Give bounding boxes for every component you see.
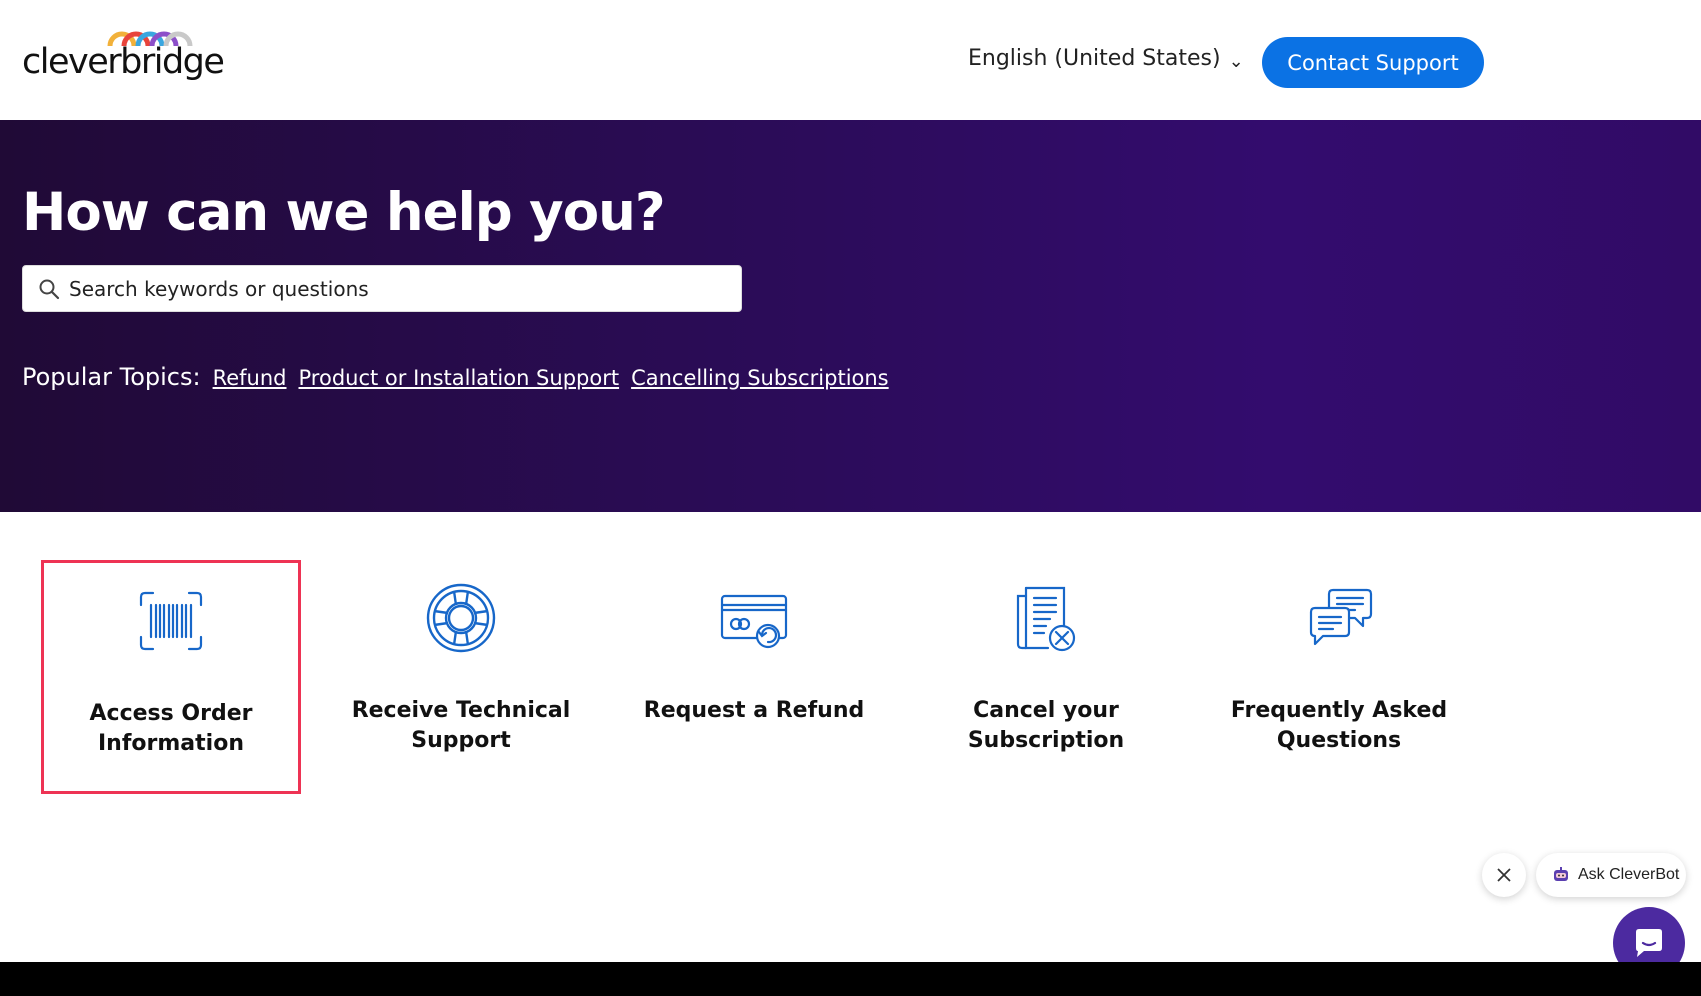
- search-input[interactable]: [69, 276, 709, 301]
- chat-bubbles-icon: [1309, 588, 1373, 646]
- card-label: Receive Technical Support: [341, 696, 581, 756]
- footer-band: [0, 962, 1701, 996]
- card-label: Request a Refund: [634, 696, 874, 726]
- chat-close-button[interactable]: [1482, 853, 1526, 897]
- barcode-icon: [139, 591, 203, 651]
- search-icon: [39, 279, 60, 299]
- card-frequently-asked-questions[interactable]: Frequently Asked Questions: [1209, 560, 1469, 794]
- card-label-line: Cancel your: [973, 698, 1119, 723]
- document-cancel-icon: [1016, 586, 1076, 652]
- contact-support-button[interactable]: Contact Support: [1262, 37, 1484, 88]
- card-label: Access Order Information: [51, 699, 291, 759]
- cleverbridge-logo[interactable]: cleverbridge: [22, 24, 225, 84]
- card-label-line: Subscription: [967, 728, 1125, 753]
- site-header: cleverbridge English (United States) ⌄ C…: [0, 0, 1701, 120]
- logo-wordmark: cleverbridge: [22, 42, 225, 82]
- card-cancel-your-subscription[interactable]: Cancel your Subscription: [916, 560, 1176, 794]
- hero-section: How can we help you? Popular Topics: Ref…: [0, 120, 1701, 512]
- card-access-order-information[interactable]: Access Order Information: [41, 560, 301, 794]
- chat-icon: [1636, 929, 1662, 957]
- credit-card-refund-icon: [720, 594, 788, 649]
- topic-link-refund[interactable]: Refund: [213, 366, 287, 390]
- card-label-line: Request a Refund: [643, 698, 865, 723]
- card-label-line: Support: [411, 728, 511, 753]
- card-label: Frequently Asked Questions: [1219, 696, 1459, 756]
- language-selector[interactable]: English (United States) ⌄: [968, 45, 1244, 72]
- card-receive-technical-support[interactable]: Receive Technical Support: [331, 560, 591, 794]
- page-title: How can we help you?: [22, 182, 666, 243]
- language-label: English (United States): [968, 46, 1221, 71]
- topic-link-product-support[interactable]: Product or Installation Support: [299, 366, 620, 390]
- card-label-line: Access Order: [89, 701, 253, 726]
- search-bar[interactable]: [22, 265, 742, 312]
- popular-topics: Popular Topics: Refund Product or Instal…: [22, 363, 889, 391]
- card-request-a-refund[interactable]: Request a Refund: [624, 560, 884, 794]
- close-icon: [1497, 868, 1511, 882]
- ask-cleverbot-button[interactable]: Ask CleverBot: [1536, 853, 1686, 897]
- card-label-line: Information: [98, 731, 244, 756]
- card-label: Cancel your Subscription: [926, 696, 1166, 756]
- help-cards: Access Order Information Receive Technic…: [0, 560, 1701, 800]
- topic-link-cancelling-subscriptions[interactable]: Cancelling Subscriptions: [631, 366, 889, 390]
- lifebuoy-icon: [426, 583, 496, 653]
- card-label-line: Receive Technical: [351, 698, 571, 723]
- chevron-down-icon: ⌄: [1228, 51, 1244, 72]
- popular-topics-label: Popular Topics:: [22, 363, 201, 391]
- card-label-line: Questions: [1276, 728, 1402, 753]
- card-label-line: Frequently Asked: [1230, 698, 1448, 723]
- bot-icon: [1554, 867, 1568, 881]
- ask-cleverbot-label: Ask CleverBot: [1578, 866, 1680, 883]
